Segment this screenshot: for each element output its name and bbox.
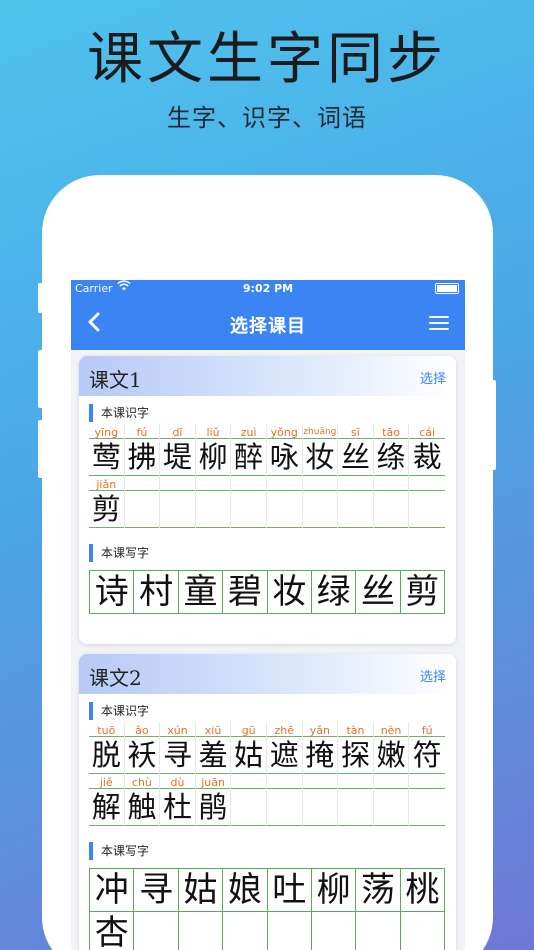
navigation-bar: Carrier 9:02 PM 选择课目	[71, 280, 465, 350]
hero-subtitle: 生字、识字、词语	[167, 104, 367, 132]
char-cell[interactable]: yǎn 掩	[303, 722, 339, 774]
write-char-cell	[179, 912, 224, 950]
char-cell	[267, 476, 303, 528]
select-lesson-button[interactable]: 选择	[420, 666, 446, 685]
char-cell	[267, 774, 303, 826]
char-row: jiě 解 chù 触 dù 杜 juān 鹃	[89, 774, 445, 826]
select-lesson-button[interactable]: 选择	[420, 368, 446, 387]
char-cell[interactable]: fú 符	[409, 722, 445, 774]
write-char-cell[interactable]: 童	[179, 571, 224, 613]
write-section-label: 本课写字	[89, 544, 456, 562]
char-cell	[303, 476, 339, 528]
write-char-cell[interactable]: 剪	[401, 571, 444, 613]
char-cell[interactable]: dù 杜	[160, 774, 196, 826]
char-cell	[160, 476, 196, 528]
char-cell[interactable]: gū 姑	[231, 722, 267, 774]
char-cell[interactable]: ǎo 袄	[125, 722, 161, 774]
char-cell[interactable]: dī 堤	[160, 424, 196, 476]
write-char-cell	[356, 912, 401, 950]
recognize-grid: yīng 莺 fú 拂 dī 堤 liǔ 柳 zuì 醉 yǒng 咏 zhuāng 妆 sī…	[89, 424, 445, 528]
phone-side-button	[38, 420, 44, 478]
status-bar: Carrier 9:02 PM	[71, 280, 465, 298]
write-char-cell[interactable]: 碧	[223, 571, 268, 613]
write-grid: 杏	[89, 912, 445, 950]
char-cell[interactable]: yǒng 咏	[267, 424, 303, 476]
write-char-cell[interactable]: 绿	[312, 571, 357, 613]
write-char-cell[interactable]: 寻	[134, 869, 179, 911]
write-char-cell	[312, 912, 357, 950]
char-cell	[338, 476, 374, 528]
char-cell	[231, 476, 267, 528]
char-cell[interactable]: nèn 嫩	[374, 722, 410, 774]
char-cell	[374, 476, 410, 528]
char-cell	[196, 476, 232, 528]
char-cell[interactable]: juān 鹃	[196, 774, 232, 826]
char-cell[interactable]: sī 丝	[338, 424, 374, 476]
write-char-cell[interactable]: 桃	[401, 869, 444, 911]
char-row: yīng 莺 fú 拂 dī 堤 liǔ 柳 zuì 醉 yǒng 咏 zhuāng 妆 sī…	[89, 424, 445, 476]
write-char-cell	[401, 912, 444, 950]
char-row: tuō 脱 ǎo 袄 xún 寻 xiū 羞 gū 姑 zhē 遮 yǎn 掩 tàn 探 nè…	[89, 722, 445, 774]
char-cell	[374, 774, 410, 826]
recognize-grid: tuō 脱 ǎo 袄 xún 寻 xiū 羞 gū 姑 zhē 遮 yǎn 掩 tàn 探 nè…	[89, 722, 445, 826]
lesson-card-header: 课文2 选择	[79, 654, 456, 694]
status-time: 9:02 PM	[242, 282, 294, 295]
char-cell[interactable]: zuì 醉	[231, 424, 267, 476]
app-screen: Carrier 9:02 PM 选择课目 课文1 选择 本课识字 yīng莺	[71, 280, 465, 950]
lesson-title: 课文1	[89, 368, 142, 392]
menu-icon[interactable]	[429, 316, 449, 332]
lesson-card-1: 课文1 选择 本课识字 yīng 莺 fú 拂 dī 堤 liǔ 柳 zuì 醉 yǒng…	[79, 356, 456, 644]
hero-title: 课文生字同步	[87, 27, 447, 92]
char-cell[interactable]: jiǎn 剪	[89, 476, 125, 528]
char-cell[interactable]: chù 触	[125, 774, 161, 826]
page-title: 选择课目	[230, 316, 306, 337]
char-cell[interactable]: tāo 绦	[374, 424, 410, 476]
write-char-cell	[268, 912, 312, 950]
char-cell	[409, 476, 445, 528]
phone-side-button	[38, 350, 44, 408]
write-char-cell	[134, 912, 179, 950]
battery-icon	[435, 283, 459, 294]
write-grid: 诗 村 童 碧 妆 绿 丝 剪	[89, 570, 445, 614]
write-char-cell[interactable]: 妆	[268, 571, 312, 613]
write-char-cell[interactable]: 荡	[356, 869, 401, 911]
char-cell[interactable]: tàn 探	[338, 722, 374, 774]
char-cell	[338, 774, 374, 826]
char-cell[interactable]: jiě 解	[89, 774, 125, 826]
phone-side-button	[490, 380, 496, 470]
recognize-section-label: 本课识字	[89, 702, 456, 720]
lesson-title: 课文2	[89, 666, 142, 690]
write-char-cell[interactable]: 杏	[90, 912, 135, 950]
char-cell[interactable]: xiū 羞	[196, 722, 232, 774]
char-cell[interactable]: fú 拂	[125, 424, 161, 476]
char-cell	[125, 476, 161, 528]
recognize-section-label: 本课识字	[89, 404, 456, 422]
write-char-cell[interactable]: 冲	[90, 869, 135, 911]
phone-side-button	[38, 283, 44, 313]
lesson-card-2: 课文2 选择 本课识字 tuō 脱 ǎo 袄 xún 寻 xiū 羞 gū 姑 zhē 遮 …	[79, 654, 456, 950]
lesson-card-header: 课文1 选择	[79, 356, 456, 396]
write-char-cell[interactable]: 柳	[312, 869, 357, 911]
write-grid: 冲 寻 姑 娘 吐 柳 荡 桃	[89, 868, 445, 912]
write-char-cell[interactable]: 吐	[268, 869, 312, 911]
write-char-cell	[223, 912, 268, 950]
char-row: jiǎn 剪	[89, 476, 445, 528]
char-cell[interactable]: xún 寻	[160, 722, 196, 774]
char-cell[interactable]: yīng 莺	[89, 424, 125, 476]
write-char-cell[interactable]: 诗	[90, 571, 135, 613]
char-cell	[303, 774, 339, 826]
char-cell[interactable]: cái 裁	[409, 424, 445, 476]
write-char-cell[interactable]: 娘	[223, 869, 268, 911]
char-cell[interactable]: zhē 遮	[267, 722, 303, 774]
write-char-cell[interactable]: 姑	[179, 869, 224, 911]
write-char-cell[interactable]: 丝	[356, 571, 401, 613]
char-cell[interactable]: zhuāng 妆	[303, 424, 339, 476]
lesson-list: 课文1 选择 本课识字 yīng 莺 fú 拂 dī 堤 liǔ 柳 zuì 醉 yǒng…	[71, 350, 465, 950]
write-char-cell[interactable]: 村	[134, 571, 179, 613]
char-cell	[231, 774, 267, 826]
char-cell[interactable]: tuō 脱	[89, 722, 125, 774]
write-section-label: 本课写字	[89, 842, 456, 860]
char-cell	[409, 774, 445, 826]
char-cell[interactable]: liǔ 柳	[196, 424, 232, 476]
